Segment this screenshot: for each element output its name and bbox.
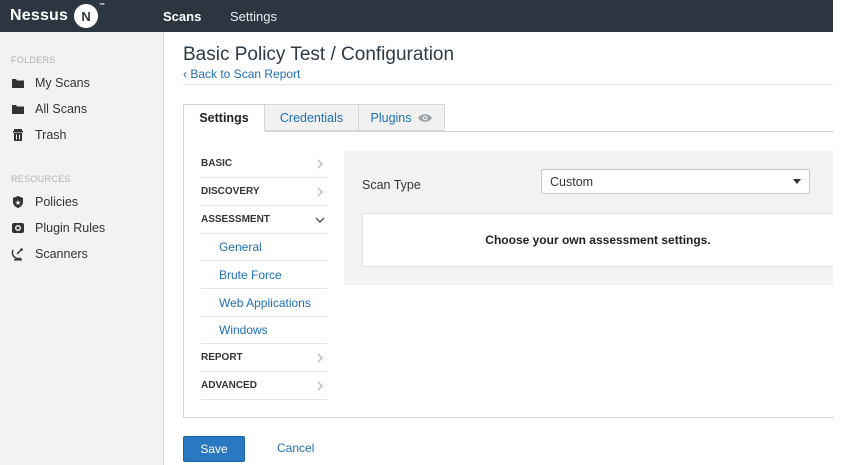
chevron-right-icon (317, 381, 323, 390)
logo-badge-letter: N (81, 8, 91, 24)
sidebar-item-label: Plugin Rules (35, 221, 106, 235)
menu-subitem-label: General (219, 239, 262, 254)
plugin-rules-icon (12, 223, 24, 233)
tab-credentials[interactable]: Credentials (264, 104, 359, 131)
menu-section-discovery[interactable]: DISCOVERY (201, 178, 327, 206)
sidebar-item-label: Trash (35, 128, 67, 142)
tab-settings[interactable]: Settings (183, 104, 265, 132)
chevron-right-icon (317, 353, 323, 362)
logo-text: Nessus (10, 7, 69, 24)
sidebar-item-scanners[interactable]: Scanners (11, 245, 88, 263)
eye-icon (417, 113, 432, 122)
sidebar-item-label: All Scans (35, 102, 88, 116)
svg-text:★: ★ (15, 199, 21, 207)
top-navbar: Nessus N ™ Scans Settings (0, 0, 833, 32)
page-title: Basic Policy Test / Configuration (183, 44, 455, 65)
folder-icon (12, 79, 24, 88)
sidebar-item-label: Policies (35, 195, 79, 209)
caret-down-icon (793, 179, 801, 184)
cancel-link[interactable]: Cancel (277, 441, 314, 455)
description-text: Choose your own assessment settings. (485, 233, 711, 247)
menu-section-label: REPORT (201, 352, 243, 363)
menu-subitem-windows[interactable]: Windows (201, 316, 327, 344)
trash-icon (13, 129, 23, 141)
menu-subitem-web-applications[interactable]: Web Applications (201, 289, 327, 317)
scanner-icon (11, 248, 23, 261)
save-button[interactable]: Save (183, 436, 245, 462)
header-divider (183, 84, 833, 85)
nav-scans[interactable]: Scans (163, 9, 201, 24)
chevron-right-icon (317, 159, 323, 168)
chevron-down-icon (315, 217, 325, 223)
nessus-logo[interactable]: Nessus N ™ (10, 3, 105, 28)
menu-section-label: DISCOVERY (201, 186, 260, 197)
scan-type-select[interactable]: Custom (541, 169, 810, 194)
sidebar-item-trash[interactable]: Trash (11, 126, 67, 144)
back-to-scan-report-link[interactable]: ‹ Back to Scan Report (183, 67, 300, 81)
resources-heading: RESOURCES (11, 174, 71, 184)
chevron-right-icon (317, 187, 323, 196)
sidebar-item-label: Scanners (35, 247, 88, 261)
menu-subitem-brute-force[interactable]: Brute Force (201, 261, 327, 289)
nav-settings[interactable]: Settings (230, 9, 277, 24)
menu-subitem-general[interactable]: General (201, 233, 327, 261)
scan-type-description: Choose your own assessment settings. (362, 213, 833, 267)
folder-icon (12, 105, 24, 114)
folders-heading: FOLDERS (11, 55, 56, 65)
logo-trademark: ™ (99, 3, 106, 9)
tab-label: Plugins (370, 110, 412, 125)
menu-section-advanced[interactable]: ADVANCED (201, 372, 327, 400)
sidebar-item-plugin-rules[interactable]: Plugin Rules (11, 219, 105, 237)
sidebar-item-label: My Scans (35, 76, 90, 90)
menu-subitem-label: Web Applications (219, 295, 311, 310)
scan-type-label: Scan Type (362, 178, 421, 192)
menu-section-label: BASIC (201, 158, 233, 169)
menu-section-report[interactable]: REPORT (201, 344, 327, 372)
menu-section-label: ADVANCED (201, 380, 257, 391)
tab-label: Credentials (279, 110, 344, 125)
menu-section-basic[interactable]: BASIC (201, 150, 327, 178)
sidebar-item-all-scans[interactable]: All Scans (11, 100, 87, 118)
tab-plugins[interactable]: Plugins (358, 104, 445, 131)
policy-icon: ★ (13, 196, 23, 208)
sidebar-item-policies[interactable]: ★ Policies (11, 193, 78, 211)
menu-section-label: ASSESSMENT (201, 214, 270, 225)
sidebar-item-my-scans[interactable]: My Scans (11, 74, 90, 92)
tab-label: Settings (199, 111, 249, 125)
menu-subitem-label: Windows (219, 322, 268, 337)
menu-subitem-label: Brute Force (219, 267, 282, 282)
scan-type-value: Custom (550, 174, 594, 189)
logo-badge-icon: N ™ (74, 3, 105, 28)
menu-section-assessment[interactable]: ASSESSMENT (201, 206, 327, 234)
